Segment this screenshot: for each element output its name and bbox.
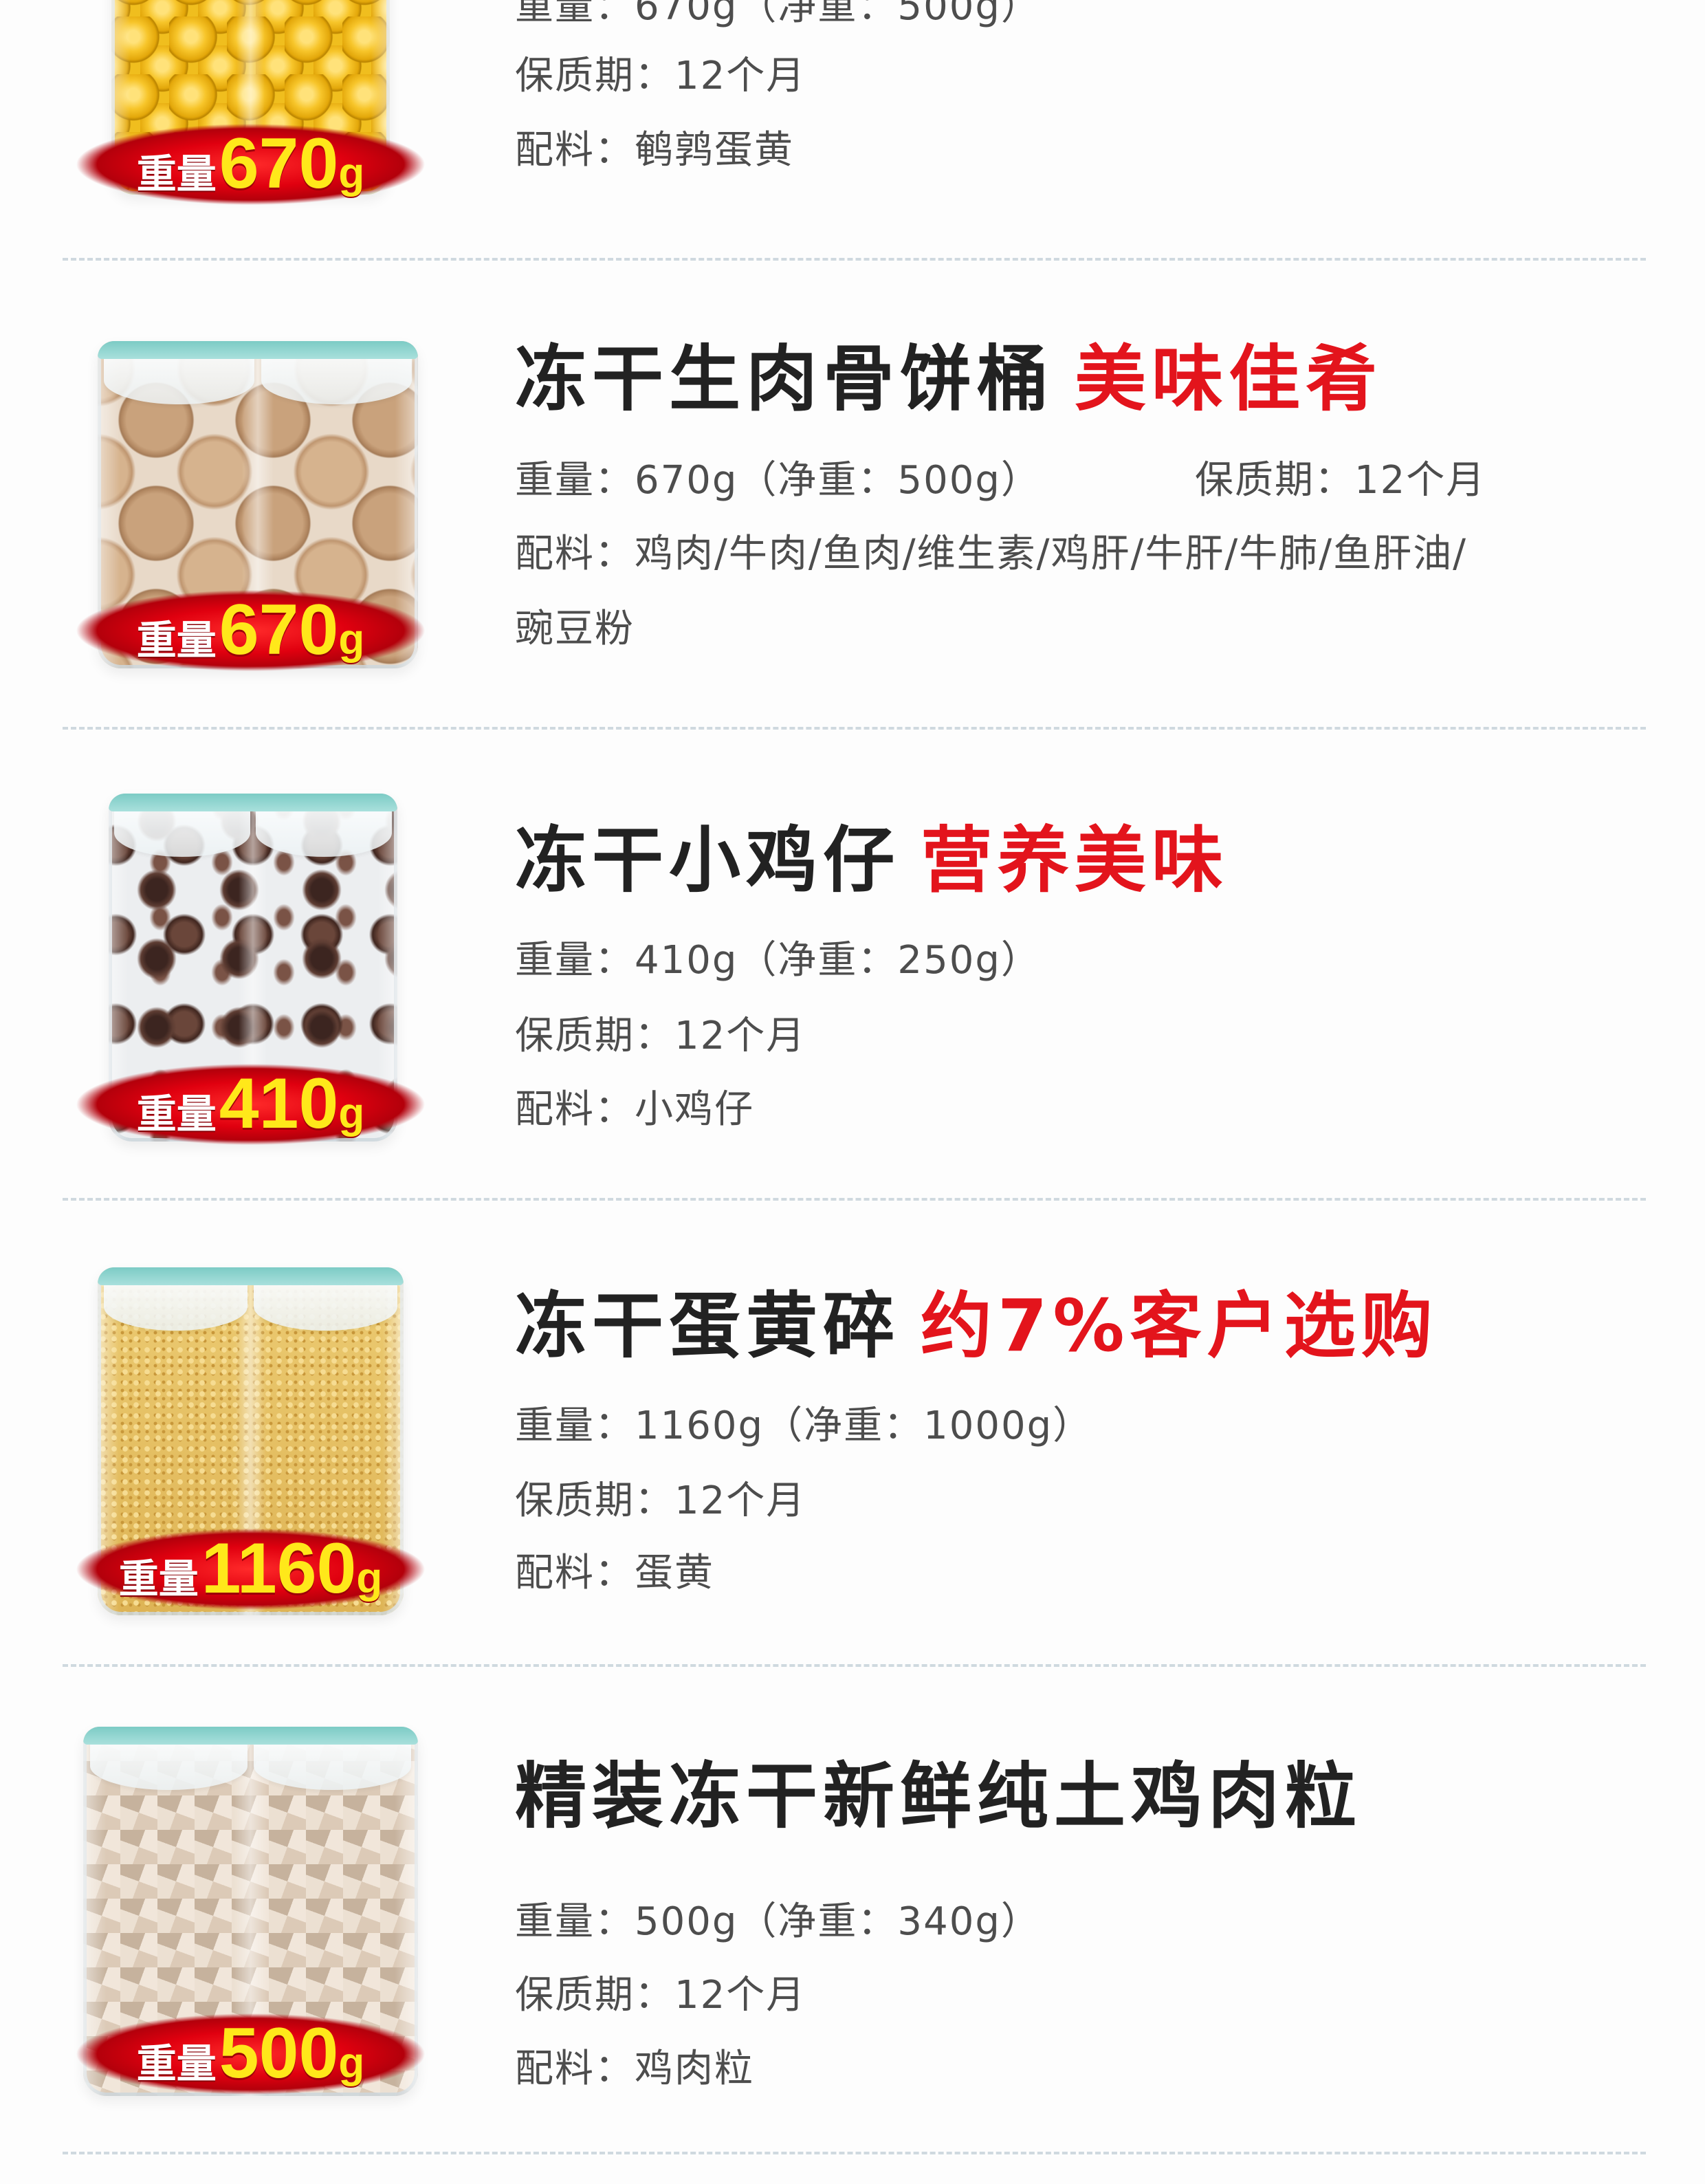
section-divider xyxy=(63,1664,1646,1667)
weight-badge-value: 500 xyxy=(219,2013,339,2093)
product-title: 冻干小鸡仔 营养美味 xyxy=(515,819,1229,902)
weight-badge-unit: g xyxy=(338,150,365,197)
shelf-life-text: 保质期：12个月 xyxy=(1195,458,1486,503)
jar-lid-flap xyxy=(103,1282,248,1331)
weight-badge-value: 410 xyxy=(219,1064,339,1144)
weight-text: 重量：670g（净重：500g） xyxy=(515,458,1041,503)
product-title: 精装冻干新鲜纯土鸡肉粒 xyxy=(515,1755,1362,1837)
product-list-page: 重量 670 g 重量：670g（净重：500g） 保质期：12个月 配料：鹌鹑… xyxy=(0,0,1705,2184)
product-highlight: 约7%客户选购 xyxy=(921,1284,1438,1368)
shelf-life-text: 保质期：12个月 xyxy=(515,1973,806,2018)
product-name: 冻干蛋黄碎 xyxy=(515,1284,901,1368)
product-title: 冻干蛋黄碎 约7%客户选购 xyxy=(515,1285,1438,1367)
jar-lid xyxy=(98,1267,404,1285)
weight-badge-label: 重量 xyxy=(136,1091,217,1137)
weight-badge-label: 重量 xyxy=(136,151,217,197)
weight-badge-value: 670 xyxy=(219,124,339,204)
weight-text: 重量：670g（净重：500g） xyxy=(515,0,1041,29)
jar-lid-flap xyxy=(261,356,412,404)
ingredients-text: 配料：小鸡仔 xyxy=(515,1087,754,1132)
jar-lid-flap xyxy=(256,809,392,857)
jar-lid xyxy=(98,341,418,359)
section-divider xyxy=(63,258,1646,261)
weight-badge: 重量 1160 g xyxy=(76,1529,425,1610)
weight-badge-unit: g xyxy=(338,2040,365,2087)
jar-lid-flap xyxy=(104,356,255,404)
weight-badge-label: 重量 xyxy=(136,2040,217,2087)
shelf-life-text: 保质期：12个月 xyxy=(515,54,806,98)
weight-badge: 重量 670 g xyxy=(76,590,425,671)
weight-badge: 重量 670 g xyxy=(76,124,425,205)
shelf-life-text: 保质期：12个月 xyxy=(515,1478,806,1523)
shelf-life-text: 保质期：12个月 xyxy=(515,1014,806,1058)
weight-text: 重量：1160g（净重：1000g） xyxy=(515,1404,1093,1448)
jar-lid-flap xyxy=(254,1742,412,1790)
jar-lid-flap xyxy=(89,1742,248,1790)
weight-text: 重量：410g（净重：250g） xyxy=(515,938,1041,983)
ingredients-text: 配料：鹌鹑蛋黄 xyxy=(515,128,794,173)
weight-badge-value: 1160 xyxy=(201,1529,357,1608)
weight-badge-unit: g xyxy=(356,1555,383,1602)
product-highlight: 营养美味 xyxy=(921,818,1229,902)
ingredients-text-continued: 豌豆粉 xyxy=(515,607,635,651)
product-highlight: 美味佳肴 xyxy=(1075,337,1383,421)
jar-lid xyxy=(83,1727,418,1745)
section-divider xyxy=(63,1198,1646,1201)
ingredients-text: 配料：蛋黄 xyxy=(515,1551,714,1595)
jar-lid xyxy=(109,794,397,811)
jar-lid-flap xyxy=(114,809,250,857)
ingredients-text: 配料：鸡肉/牛肉/鱼肉/维生素/鸡肝/牛肝/牛肺/鱼肝油/ xyxy=(515,532,1467,576)
weight-badge-unit: g xyxy=(338,616,365,664)
weight-badge-label: 重量 xyxy=(118,1555,199,1602)
section-divider xyxy=(63,727,1646,730)
weight-badge-unit: g xyxy=(338,1090,365,1137)
product-name: 冻干生肉骨饼桶 xyxy=(515,337,1055,421)
ingredients-text: 配料：鸡肉粒 xyxy=(515,2046,754,2091)
section-divider xyxy=(63,2152,1646,2154)
product-title: 冻干生肉骨饼桶 美味佳肴 xyxy=(515,338,1383,420)
product-name: 精装冻干新鲜纯土鸡肉粒 xyxy=(515,1754,1363,1838)
jar-lid-flap xyxy=(253,1282,398,1331)
weight-badge-label: 重量 xyxy=(136,617,217,664)
product-name: 冻干小鸡仔 xyxy=(515,818,901,902)
weight-badge: 重量 410 g xyxy=(76,1064,425,1145)
weight-badge: 重量 500 g xyxy=(76,2013,425,2095)
weight-text: 重量：500g（净重：340g） xyxy=(515,1899,1041,1944)
weight-badge-value: 670 xyxy=(219,590,339,670)
